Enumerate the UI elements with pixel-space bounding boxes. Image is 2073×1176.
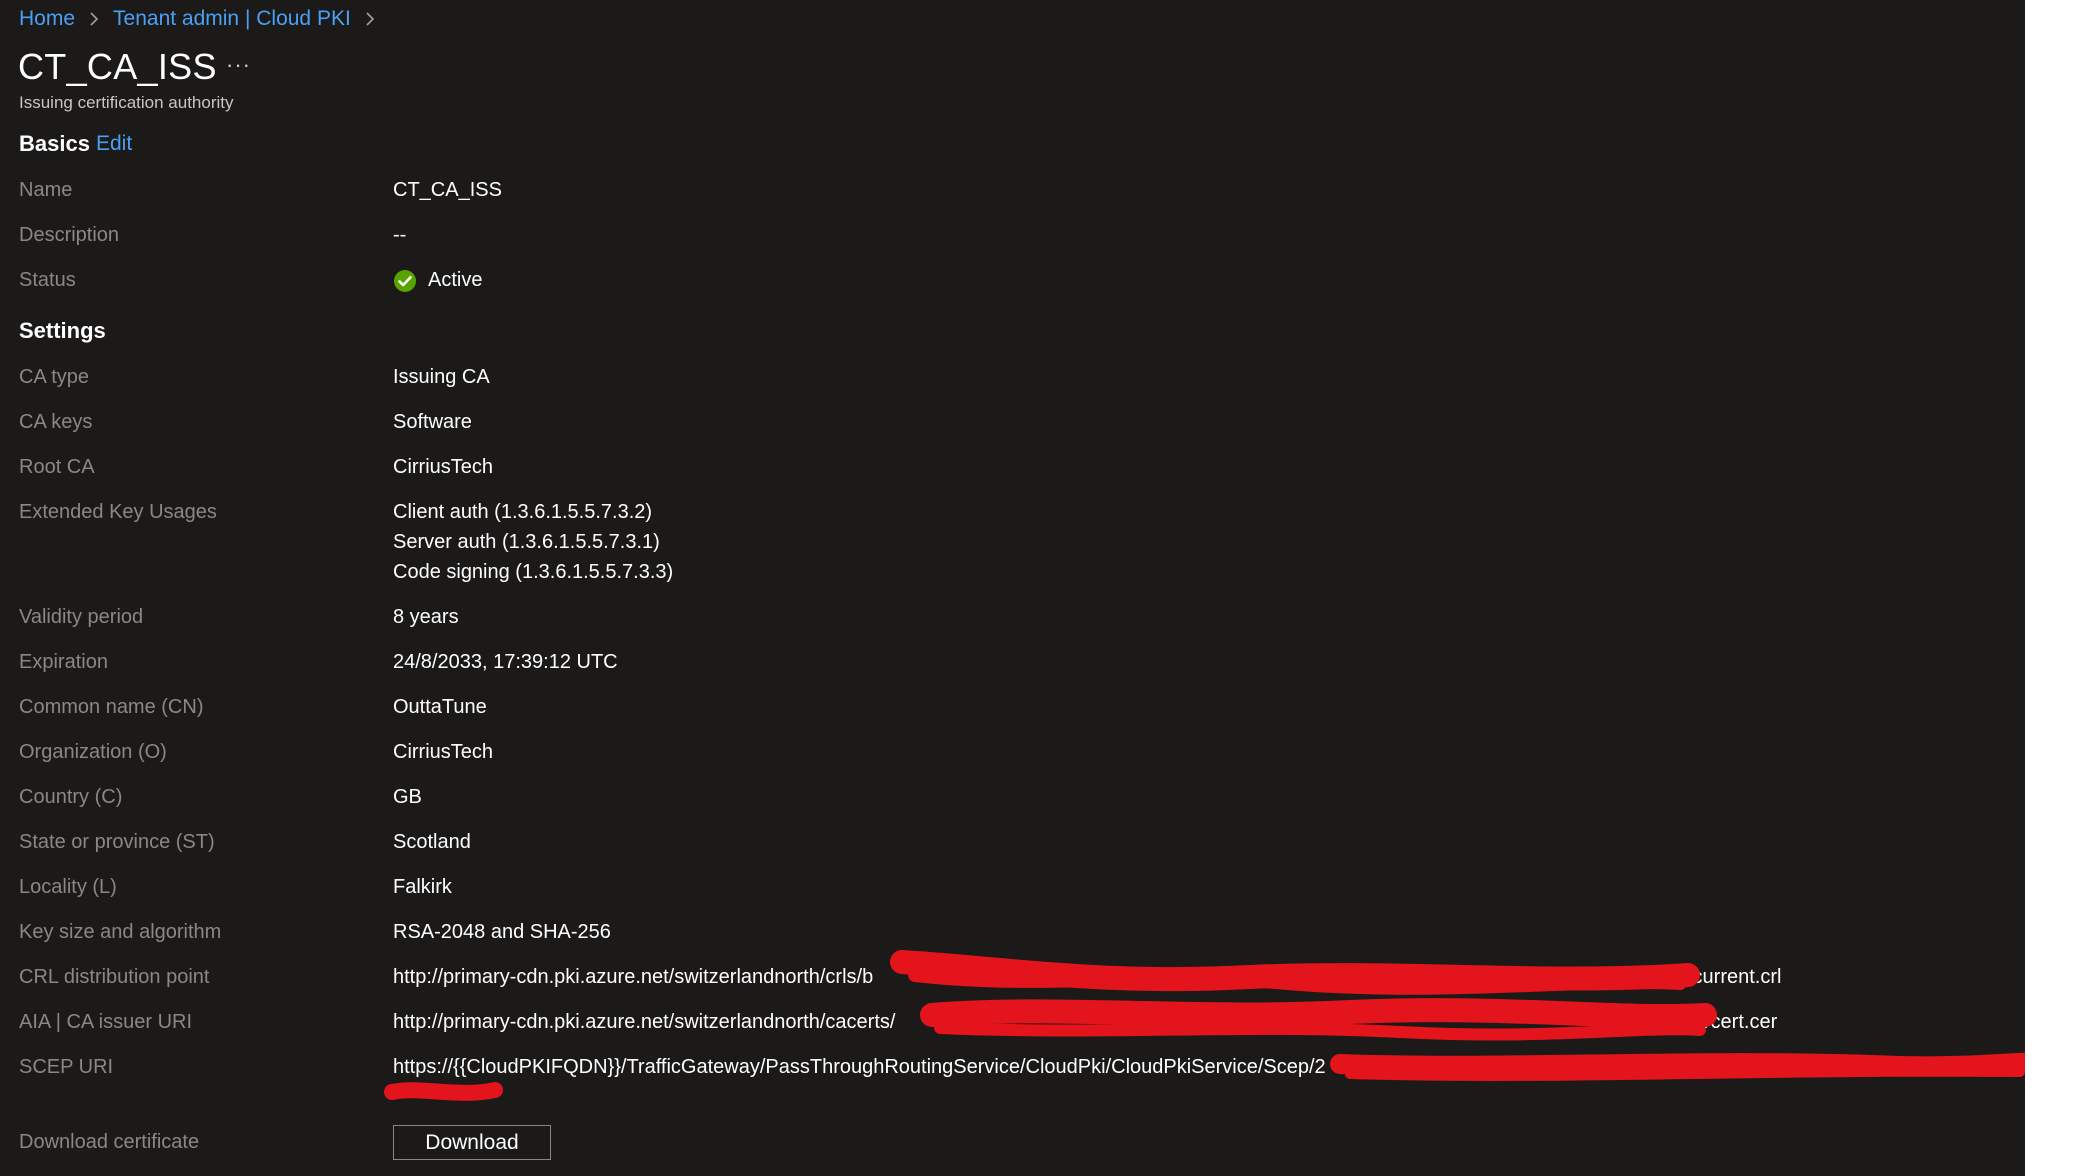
crl-value-suffix: /current.crl (1687, 966, 1782, 988)
name-value: CT_CA_ISS (393, 179, 502, 201)
description-label: Description (19, 224, 120, 246)
eku-value-2: Server auth (1.3.6.1.5.5.7.3.1) (393, 531, 660, 553)
locality-value: Falkirk (393, 876, 452, 898)
expiration-label: Expiration (19, 651, 108, 673)
basics-heading: Basics (19, 131, 90, 156)
chevron-right-icon (365, 11, 375, 27)
aia-value-suffix: /cert.cer (1705, 1011, 1778, 1033)
aia-label: AIA | CA issuer URI (19, 1011, 193, 1033)
crl-value: http://primary-cdn.pki.azure.net/switzer… (393, 966, 874, 988)
name-label: Name (19, 179, 73, 201)
organization-label: Organization (O) (19, 741, 167, 763)
country-label: Country (C) (19, 786, 123, 808)
breadcrumb: Home Tenant admin | Cloud PKI (19, 6, 389, 32)
more-options-button[interactable]: ··· (226, 52, 251, 78)
status-label: Status (19, 269, 76, 291)
key-size-label: Key size and algorithm (19, 921, 222, 943)
validity-label: Validity period (19, 606, 144, 628)
validity-value: 8 years (393, 606, 459, 628)
organization-value: CirriusTech (393, 741, 494, 763)
ca-type-value: Issuing CA (393, 366, 490, 388)
eku-value-1: Client auth (1.3.6.1.5.5.7.3.2) (393, 501, 653, 523)
state-label: State or province (ST) (19, 831, 215, 853)
scep-value: https://{{CloudPKIFQDN}}/TrafficGateway/… (393, 1056, 1326, 1078)
root-ca-label: Root CA (19, 456, 95, 478)
settings-heading: Settings (19, 318, 106, 343)
scep-label: SCEP URI (19, 1056, 114, 1078)
locality-label: Locality (L) (19, 876, 117, 898)
page-subtitle: Issuing certification authority (19, 93, 234, 112)
crl-label: CRL distribution point (19, 966, 210, 988)
page-title: CT_CA_ISS (18, 46, 217, 87)
edit-basics-link[interactable]: Edit (96, 132, 132, 156)
download-button[interactable]: Download (393, 1125, 551, 1160)
chevron-right-icon (89, 11, 99, 27)
root-ca-value: CirriusTech (393, 456, 494, 478)
ca-keys-value: Software (393, 411, 472, 433)
country-value: GB (393, 786, 422, 808)
common-name-label: Common name (CN) (19, 696, 204, 718)
breadcrumb-home-link[interactable]: Home (19, 7, 75, 31)
ca-keys-label: CA keys (19, 411, 93, 433)
ca-type-label: CA type (19, 366, 90, 388)
state-value: Scotland (393, 831, 471, 853)
expiration-value: 24/8/2033, 17:39:12 UTC (393, 651, 618, 673)
aia-value: http://primary-cdn.pki.azure.net/switzer… (393, 1011, 896, 1033)
details-panel: Home Tenant admin | Cloud PKI CT_CA_ISS … (0, 0, 2025, 1176)
breadcrumb-tenant-link[interactable]: Tenant admin | Cloud PKI (113, 7, 351, 31)
description-value: -- (393, 224, 407, 246)
common-name-value: OuttaTune (393, 696, 487, 718)
eku-value-3: Code signing (1.3.6.1.5.5.7.3.3) (393, 561, 674, 583)
eku-label: Extended Key Usages (19, 501, 217, 523)
check-circle-icon (394, 270, 416, 292)
redaction-marks (384, 950, 2025, 1101)
key-size-value: RSA-2048 and SHA-256 (393, 921, 611, 943)
download-certificate-label: Download certificate (19, 1131, 200, 1153)
status-value: Active (428, 269, 483, 291)
